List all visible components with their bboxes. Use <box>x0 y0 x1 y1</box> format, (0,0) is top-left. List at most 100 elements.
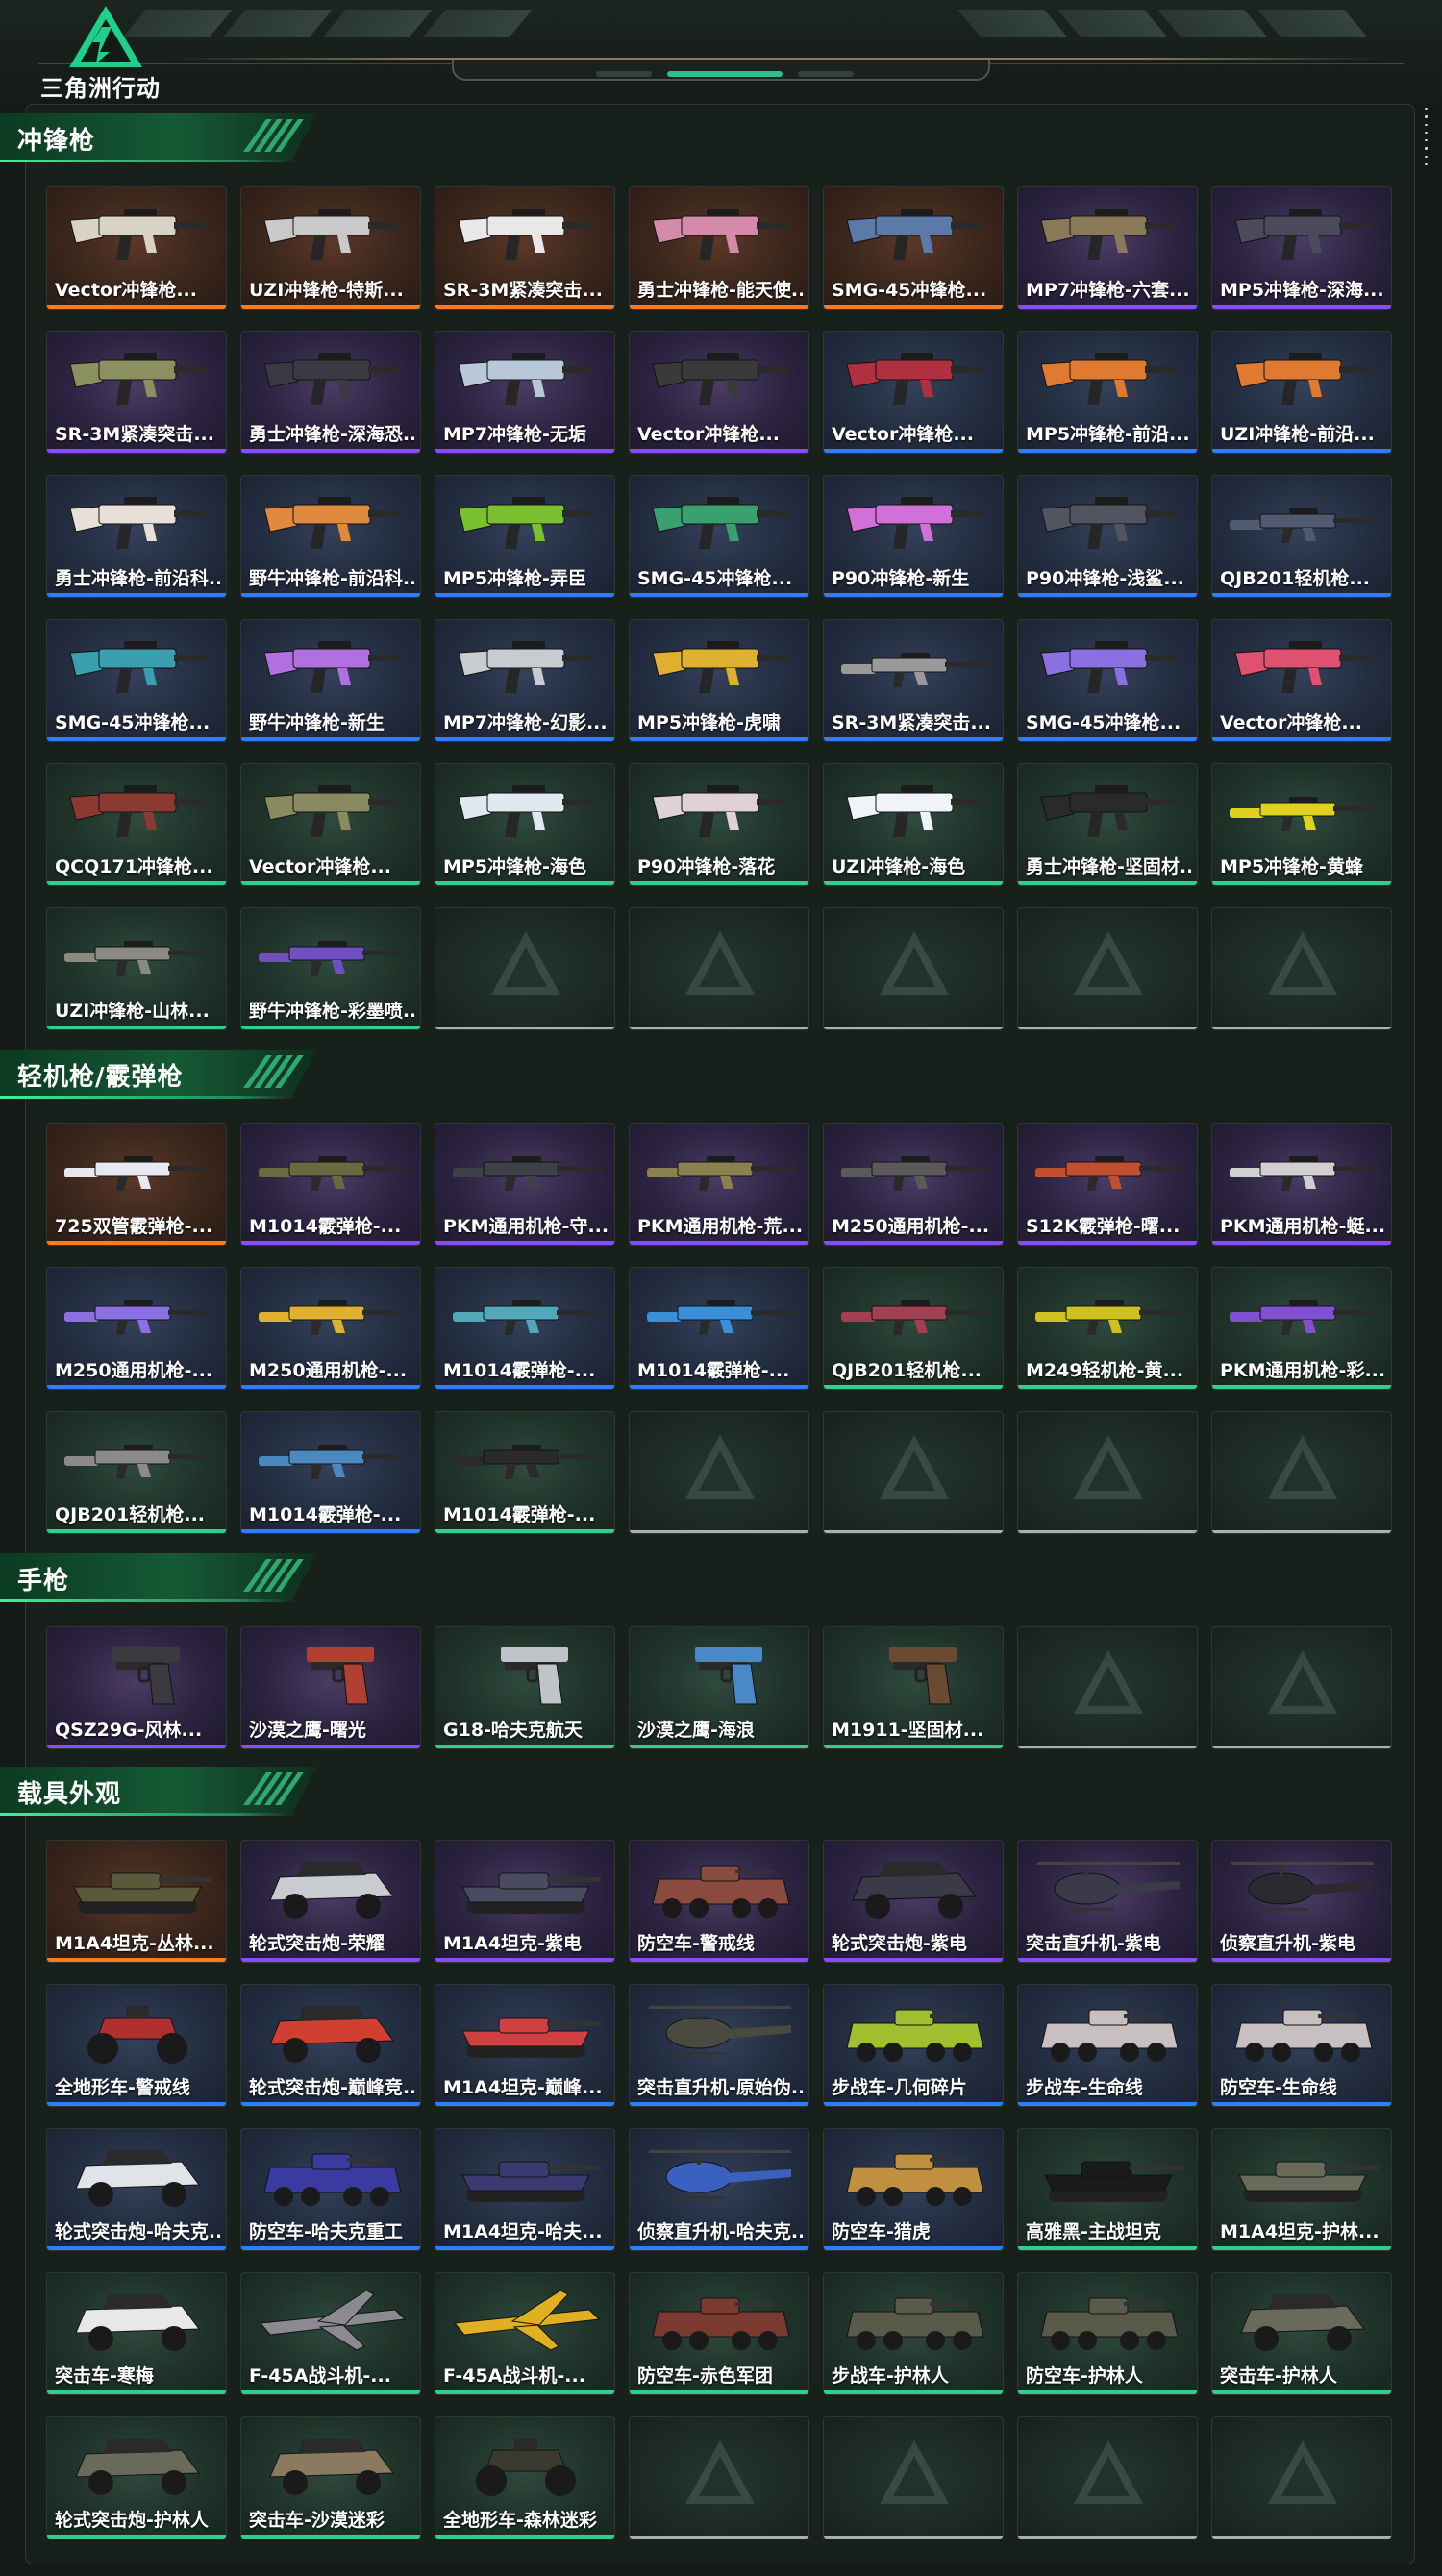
item-card[interactable]: M1A4坦克-丛林... <box>46 1840 227 1963</box>
item-card[interactable]: MP7冲锋枪-六套... <box>1017 186 1198 310</box>
item-card[interactable]: 轮式突击炮-荣耀 <box>240 1840 421 1963</box>
item-card[interactable]: 步战车-几何碎片 <box>823 1984 1004 2107</box>
item-card[interactable]: M1014霰弹枪-... <box>629 1267 809 1390</box>
item-card[interactable]: PKM通用机枪-彩... <box>1211 1267 1392 1390</box>
item-card[interactable]: M1911-坚固材... <box>823 1626 1004 1749</box>
item-card[interactable]: 野牛冲锋枪-彩墨喷... <box>240 907 421 1030</box>
item-card[interactable]: M250通用机枪-... <box>823 1123 1004 1246</box>
item-card[interactable]: 野牛冲锋枪-新生 <box>240 619 421 742</box>
item-card[interactable]: Vector冲锋枪... <box>629 331 809 454</box>
item-card[interactable]: M1A4坦克-巅峰... <box>435 1984 615 2107</box>
item-card[interactable]: SMG-45冲锋枪... <box>1017 619 1198 742</box>
item-card[interactable]: M1014霰弹枪-... <box>435 1267 615 1390</box>
scrollbar-handle[interactable] <box>1423 108 1429 165</box>
item-card[interactable]: 步战车-护林人 <box>823 2272 1004 2395</box>
item-card[interactable]: 防空车-生命线 <box>1211 1984 1392 2107</box>
item-card[interactable]: 全地形车-警戒线 <box>46 1984 227 2107</box>
item-card[interactable]: 防空车-哈夫克重工 <box>240 2128 421 2251</box>
item-card[interactable]: Vector冲锋枪... <box>823 331 1004 454</box>
item-card[interactable]: 全地形车-森林迷彩 <box>435 2416 615 2539</box>
item-card[interactable]: Vector冲锋枪... <box>240 763 421 886</box>
item-card[interactable]: 勇士冲锋枪-能天使... <box>629 186 809 310</box>
item-card[interactable]: P90冲锋枪-新生 <box>823 475 1004 598</box>
item-card[interactable]: M1014霰弹枪-... <box>240 1411 421 1534</box>
item-card[interactable]: SR-3M紧凑突击... <box>823 619 1004 742</box>
item-card[interactable]: MP7冲锋枪-无垢 <box>435 331 615 454</box>
item-card[interactable]: SMG-45冲锋枪... <box>629 475 809 598</box>
item-card[interactable]: SR-3M紧凑突击... <box>435 186 615 310</box>
item-card[interactable]: MP5冲锋枪-海色 <box>435 763 615 886</box>
item-card[interactable]: 防空车-猎虎 <box>823 2128 1004 2251</box>
item-card[interactable]: M249轻机枪-黄... <box>1017 1267 1198 1390</box>
item-card[interactable]: 防空车-赤色军团 <box>629 2272 809 2395</box>
item-card[interactable]: G18-哈夫克航天 <box>435 1626 615 1749</box>
item-card[interactable]: 沙漠之鹰-海浪 <box>629 1626 809 1749</box>
item-card[interactable]: UZI冲锋枪-特斯... <box>240 186 421 310</box>
item-card[interactable]: MP5冲锋枪-虎啸 <box>629 619 809 742</box>
item-card[interactable]: 轮式突击炮-护林人 <box>46 2416 227 2539</box>
item-card[interactable]: 突击车-护林人 <box>1211 2272 1392 2395</box>
item-card[interactable]: SMG-45冲锋枪... <box>823 186 1004 310</box>
item-card[interactable]: Vector冲锋枪... <box>46 186 227 310</box>
item-card[interactable]: 沙漠之鹰-曙光 <box>240 1626 421 1749</box>
item-card[interactable]: 突击车-沙漠迷彩 <box>240 2416 421 2539</box>
item-card[interactable]: QJB201轻机枪... <box>46 1411 227 1534</box>
item-card[interactable]: S12K霰弹枪-曙... <box>1017 1123 1198 1246</box>
item-card[interactable]: 野牛冲锋枪-前沿科... <box>240 475 421 598</box>
item-card[interactable]: Vector冲锋枪... <box>1211 619 1392 742</box>
item-card[interactable]: SR-3M紧凑突击... <box>46 331 227 454</box>
weapon-image <box>1234 209 1372 260</box>
item-card[interactable]: 防空车-警戒线 <box>629 1840 809 1963</box>
item-card[interactable]: QJB201轻机枪... <box>823 1267 1004 1390</box>
item-card[interactable]: M1A4坦克-哈夫... <box>435 2128 615 2251</box>
item-card[interactable]: MP5冲锋枪-黄蜂 <box>1211 763 1392 886</box>
item-card[interactable]: F-45A战斗机-... <box>240 2272 421 2395</box>
item-card[interactable]: MP5冲锋枪-前沿... <box>1017 331 1198 454</box>
item-card[interactable]: P90冲锋枪-浅鲨... <box>1017 475 1198 598</box>
item-card[interactable]: SMG-45冲锋枪... <box>46 619 227 742</box>
item-card[interactable]: P90冲锋枪-落花 <box>629 763 809 886</box>
item-card[interactable]: PKM通用机枪-守... <box>435 1123 615 1246</box>
item-card[interactable]: 725双管霰弹枪-... <box>46 1123 227 1246</box>
weapon-image <box>841 1300 989 1335</box>
rarity-bar <box>1018 1746 1197 1748</box>
item-card[interactable]: UZI冲锋枪-海色 <box>823 763 1004 886</box>
item-card[interactable]: UZI冲锋枪-山林... <box>46 907 227 1030</box>
item-card[interactable]: QSZ29G-风林... <box>46 1626 227 1749</box>
weapon-image <box>263 785 401 837</box>
item-card[interactable]: 突击直升机-紫电 <box>1017 1840 1198 1963</box>
item-card[interactable]: 突击车-寒梅 <box>46 2272 227 2395</box>
vehicle-image <box>1044 2161 1183 2202</box>
item-card[interactable]: M1014霰弹枪-... <box>435 1411 615 1534</box>
item-card[interactable]: QCQ171冲锋枪... <box>46 763 227 886</box>
item-card[interactable]: UZI冲锋枪-前沿... <box>1211 331 1392 454</box>
item-card[interactable]: QJB201轻机枪... <box>1211 475 1392 598</box>
item-card[interactable]: 高雅黑-主战坦克 <box>1017 2128 1198 2251</box>
item-card[interactable]: 侦察直升机-紫电 <box>1211 1840 1392 1963</box>
item-card[interactable]: PKM通用机枪-蜓... <box>1211 1123 1392 1246</box>
item-card[interactable]: M250通用机枪-... <box>46 1267 227 1390</box>
item-card[interactable]: 步战车-生命线 <box>1017 1984 1198 2107</box>
item-card[interactable]: PKM通用机枪-荒... <box>629 1123 809 1246</box>
item-card[interactable]: M250通用机枪-... <box>240 1267 421 1390</box>
item-card[interactable]: 勇士冲锋枪-深海恐... <box>240 331 421 454</box>
item-card[interactable]: M1A4坦克-紫电 <box>435 1840 615 1963</box>
item-card[interactable]: MP5冲锋枪-弄臣 <box>435 475 615 598</box>
item-card[interactable]: F-45A战斗机-... <box>435 2272 615 2395</box>
item-card[interactable]: MP5冲锋枪-深海... <box>1211 186 1392 310</box>
item-card[interactable]: MP7冲锋枪-幻影... <box>435 619 615 742</box>
item-card[interactable]: 勇士冲锋枪-前沿科... <box>46 475 227 598</box>
item-card[interactable]: M1A4坦克-护林... <box>1211 2128 1392 2251</box>
item-card[interactable]: M1014霰弹枪-... <box>240 1123 421 1246</box>
item-card[interactable]: 突击直升机-原始伪... <box>629 1984 809 2107</box>
rarity-bar <box>435 2246 614 2250</box>
item-card[interactable]: 轮式突击炮-巅峰竞... <box>240 1984 421 2107</box>
vehicle-image <box>1037 1862 1180 1911</box>
item-card[interactable]: 侦察直升机-哈夫克... <box>629 2128 809 2251</box>
item-card[interactable]: 勇士冲锋枪-坚固材... <box>1017 763 1198 886</box>
item-card[interactable]: 轮式突击炮-哈夫克... <box>46 2128 227 2251</box>
item-name: QJB201轻机枪... <box>55 1504 206 1525</box>
item-card[interactable]: 防空车-护林人 <box>1017 2272 1198 2395</box>
item-card[interactable]: 轮式突击炮-紫电 <box>823 1840 1004 1963</box>
item-name: 725双管霰弹枪-... <box>55 1216 213 1237</box>
